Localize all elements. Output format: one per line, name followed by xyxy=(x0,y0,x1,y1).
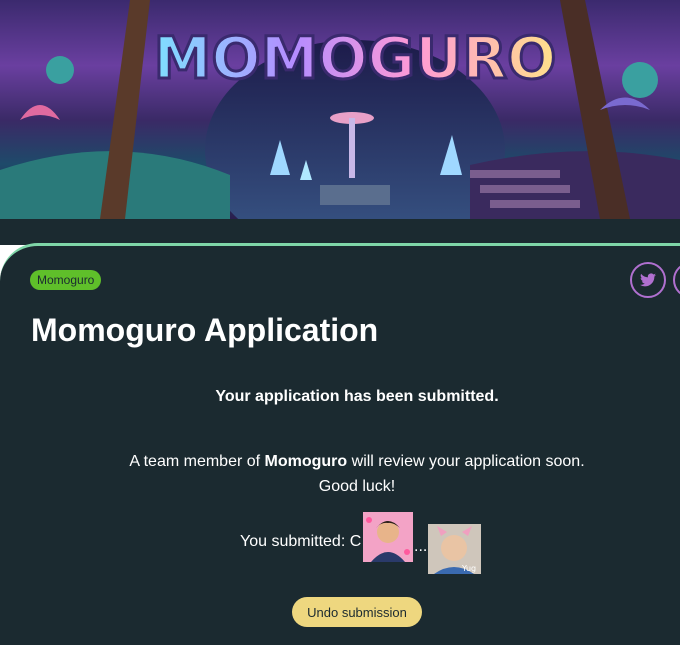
server-tag[interactable]: Momoguro xyxy=(30,270,102,290)
undo-submission-button[interactable]: Undo submission xyxy=(292,597,422,627)
review-message-suffix: will review your application soon. xyxy=(347,453,585,470)
submitted-label: You submitted: C xyxy=(240,533,362,550)
header-banner: MOMOGURO xyxy=(0,0,680,219)
thumb2-caption: Yug xyxy=(461,564,476,573)
banner-logo: MOMOGURO xyxy=(154,24,557,92)
submitted-ellipsis: ... xyxy=(414,538,428,555)
card-top-strip xyxy=(0,219,680,245)
application-card xyxy=(0,243,680,645)
review-message-server: Momoguro xyxy=(264,453,348,470)
banner-illustration: MOMOGURO xyxy=(0,0,680,219)
submitted-image-2-art: Yug xyxy=(428,524,481,574)
page-title: Momoguro Application xyxy=(31,312,379,348)
good-luck-text: Good luck! xyxy=(318,478,396,495)
submission-status: Your application has been submitted. xyxy=(215,388,499,405)
submitted-image-2: Yug xyxy=(428,524,481,574)
twitter-icon xyxy=(640,273,656,287)
review-message-prefix: A team member of xyxy=(129,453,265,470)
twitter-button[interactable] xyxy=(630,262,666,298)
submitted-image-1-art xyxy=(363,512,413,562)
review-message: A team member of Momoguro will review yo… xyxy=(0,449,680,499)
submitted-image-1 xyxy=(363,512,413,562)
